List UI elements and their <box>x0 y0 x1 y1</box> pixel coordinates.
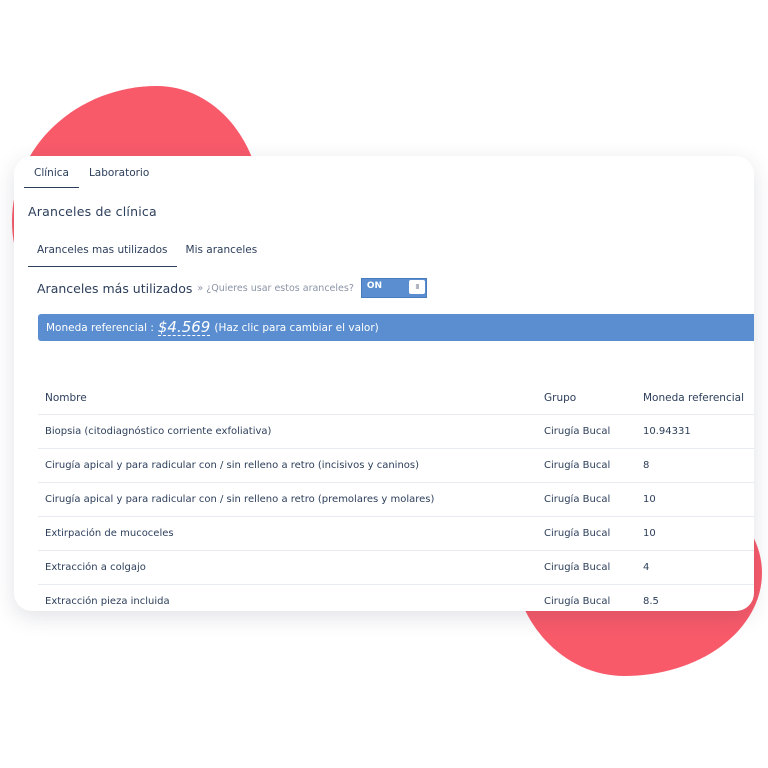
cell-nombre: Extirpación de mucoceles <box>45 528 174 539</box>
cell-moneda: 10 <box>643 528 656 539</box>
header-moneda-referencial: Moneda referencial <box>643 392 744 404</box>
aranceles-table: Nombre Grupo Moneda referencial Biopsia … <box>38 382 754 611</box>
table-row[interactable]: Extracción a colgajo Cirugía Bucal 4 <box>38 551 754 585</box>
cell-grupo: Cirugía Bucal <box>544 460 611 471</box>
sub-tabs: Aranceles mas utilizados Mis aranceles <box>28 242 266 267</box>
header-nombre: Nombre <box>45 392 87 404</box>
cell-moneda: 10 <box>643 494 656 505</box>
cell-nombre: Biopsia (citodiagnóstico corriente exfol… <box>45 426 272 437</box>
cell-grupo: Cirugía Bucal <box>544 562 611 573</box>
used-aranceles-row: Aranceles más utilizados » ¿Quieres usar… <box>37 278 427 298</box>
cell-nombre: Cirugía apical y para radicular con / si… <box>45 494 435 505</box>
cell-grupo: Cirugía Bucal <box>544 528 611 539</box>
table-row[interactable]: Cirugía apical y para radicular con / si… <box>38 449 754 483</box>
cell-moneda: 10.94331 <box>643 426 691 437</box>
tab-clinica[interactable]: Clínica <box>24 165 79 188</box>
table-row[interactable]: Extirpación de mucoceles Cirugía Bucal 1… <box>38 517 754 551</box>
cell-moneda: 4 <box>643 562 650 573</box>
cell-nombre: Extracción pieza incluida <box>45 596 170 607</box>
cell-grupo: Cirugía Bucal <box>544 596 611 607</box>
main-tabs: Clínica Laboratorio <box>24 165 159 188</box>
table-row[interactable]: Cirugía apical y para radicular con / si… <box>38 483 754 517</box>
header-grupo: Grupo <box>544 392 577 404</box>
used-aranceles-title: Aranceles más utilizados <box>37 280 193 296</box>
table-row[interactable]: Biopsia (citodiagnóstico corriente exfol… <box>38 415 754 449</box>
section-title: Aranceles de clínica <box>28 204 157 219</box>
toggle-knob-icon[interactable]: III <box>408 280 425 294</box>
cell-nombre: Extracción a colgajo <box>45 562 146 573</box>
moneda-referencial-banner: Moneda referencial : $4.569 (Haz clic pa… <box>38 314 754 341</box>
use-aranceles-toggle[interactable]: ON III <box>360 278 427 298</box>
cell-grupo: Cirugía Bucal <box>544 426 611 437</box>
aranceles-card: Clínica Laboratorio Aranceles de clínica… <box>14 156 754 611</box>
toggle-on-label: ON <box>366 281 383 291</box>
tab-aranceles-mas-utilizados[interactable]: Aranceles mas utilizados <box>28 242 177 267</box>
moneda-label: Moneda referencial : <box>46 321 154 334</box>
cell-moneda: 8.5 <box>643 596 659 607</box>
used-aranceles-question: » ¿Quieres usar estos aranceles? <box>197 282 354 294</box>
tab-laboratorio[interactable]: Laboratorio <box>79 165 159 188</box>
cell-moneda: 8 <box>643 460 650 471</box>
tab-mis-aranceles[interactable]: Mis aranceles <box>177 242 267 267</box>
cell-grupo: Cirugía Bucal <box>544 494 611 505</box>
table-header-row: Nombre Grupo Moneda referencial <box>38 382 754 415</box>
moneda-value-link[interactable]: $4.569 <box>157 319 211 336</box>
moneda-hint: (Haz clic para cambiar el valor) <box>214 321 379 334</box>
cell-nombre: Cirugía apical y para radicular con / si… <box>45 460 420 471</box>
table-row[interactable]: Extracción pieza incluida Cirugía Bucal … <box>38 585 754 611</box>
